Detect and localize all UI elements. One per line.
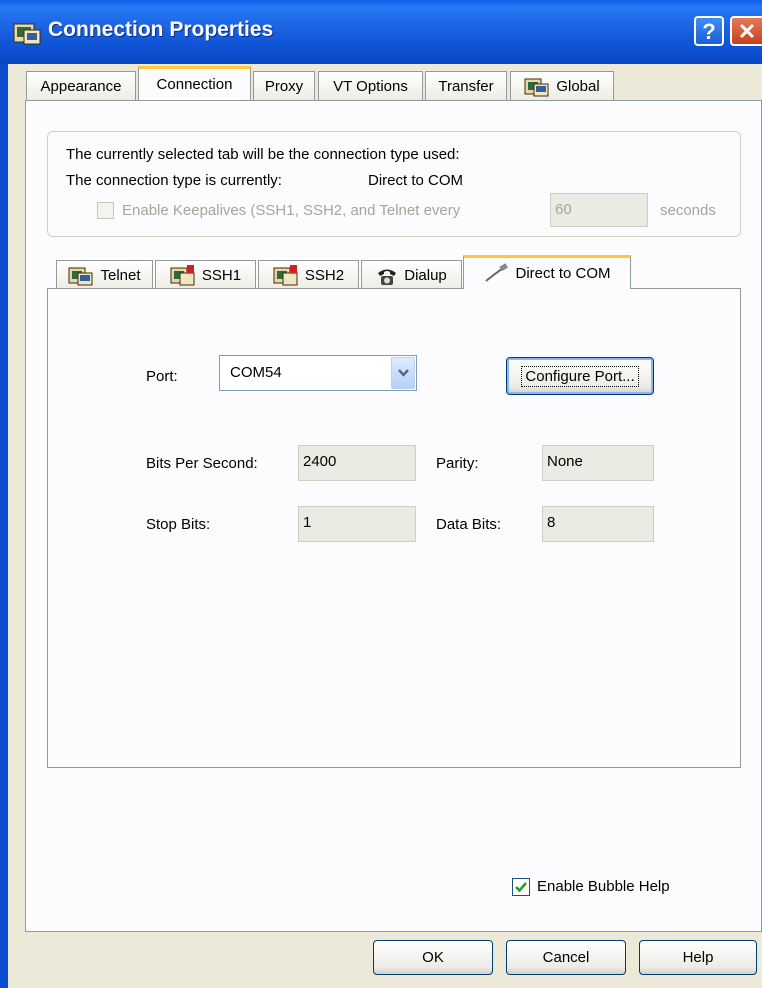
tab-label: SSH1 <box>201 267 242 284</box>
keepalive-label: Enable Keepalives (SSH1, SSH2, and Telne… <box>122 202 461 219</box>
tab-appearance[interactable]: Appearance <box>26 71 136 101</box>
keepalive-unit: seconds <box>660 202 716 219</box>
tab-label: VT Options <box>333 78 408 95</box>
close-icon: ✕ <box>737 19 757 44</box>
tab-connection[interactable]: Connection <box>138 66 251 100</box>
tab-global[interactable]: Global <box>510 71 614 101</box>
ok-label: OK <box>422 949 444 966</box>
telnet-icon <box>68 267 93 285</box>
chevron-down-icon <box>398 369 409 377</box>
help-icon: ? <box>702 19 716 44</box>
stopbits-label: Stop Bits: <box>146 516 211 533</box>
tab-direct-to-com[interactable]: Direct to COM <box>463 255 631 289</box>
databits-label: Data Bits: <box>436 516 502 533</box>
tab-transfer[interactable]: Transfer <box>425 71 507 101</box>
tab-dialup[interactable]: Dialup <box>361 260 462 290</box>
ssh2-icon <box>273 264 298 285</box>
ssh1-icon <box>170 264 195 285</box>
tab-label: Connection <box>156 76 233 93</box>
tab-label: Global <box>556 78 600 95</box>
tab-label: Dialup <box>404 267 447 284</box>
tab-proxy[interactable]: Proxy <box>253 71 315 101</box>
configure-port-label: Configure Port... <box>521 365 639 387</box>
tab-label: Transfer <box>438 78 494 95</box>
help-title-button[interactable]: ? <box>694 16 724 46</box>
tab-label: Direct to COM <box>515 265 611 282</box>
window-frame-left <box>0 64 8 988</box>
tab-label: SSH2 <box>304 267 345 284</box>
dropdown-button[interactable] <box>391 357 415 389</box>
app-icon <box>13 23 41 45</box>
ok-button[interactable]: OK <box>373 940 493 975</box>
cancel-label: Cancel <box>542 949 590 966</box>
current-connection-type: Direct to COM <box>368 172 464 189</box>
cancel-button[interactable]: Cancel <box>506 940 626 975</box>
tab-telnet[interactable]: Telnet <box>56 260 153 290</box>
tab-label: Appearance <box>40 78 122 95</box>
databits-field: 8 <box>542 506 654 542</box>
stopbits-field: 1 <box>298 506 416 542</box>
title-bar[interactable]: Connection Properties ? ✕ <box>0 0 762 64</box>
port-value: COM54 <box>230 364 282 381</box>
close-button[interactable]: ✕ <box>730 16 762 46</box>
window-title: Connection Properties <box>48 18 274 41</box>
tab-ssh1[interactable]: SSH1 <box>155 260 256 290</box>
bps-label: Bits Per Second: <box>146 455 258 472</box>
tab-label: Proxy <box>264 78 304 95</box>
global-app-icon <box>524 78 549 96</box>
bubble-help-label: Enable Bubble Help <box>537 878 670 895</box>
tab-vt-options[interactable]: VT Options <box>318 71 423 101</box>
bubble-help-checkbox[interactable] <box>512 878 530 896</box>
bps-field: 2400 <box>298 445 416 481</box>
serial-cable-icon <box>485 262 509 282</box>
parity-field: None <box>542 445 654 481</box>
help-label: Help <box>682 949 714 966</box>
configure-port-button[interactable]: Configure Port... <box>506 357 654 395</box>
parity-label: Parity: <box>436 455 479 472</box>
phone-icon <box>378 269 397 285</box>
info-line-2-label: The connection type is currently: <box>66 172 282 189</box>
port-select[interactable]: COM54 <box>219 355 417 391</box>
tab-label: Telnet <box>100 267 141 284</box>
keepalive-checkbox[interactable] <box>97 202 114 219</box>
help-button[interactable]: Help <box>639 940 757 975</box>
checkmark-icon <box>515 882 527 893</box>
port-label: Port: <box>146 368 178 385</box>
keepalive-seconds-input[interactable]: 60 <box>550 193 648 227</box>
tab-ssh2[interactable]: SSH2 <box>258 260 359 290</box>
info-line-1: The currently selected tab will be the c… <box>66 146 460 163</box>
